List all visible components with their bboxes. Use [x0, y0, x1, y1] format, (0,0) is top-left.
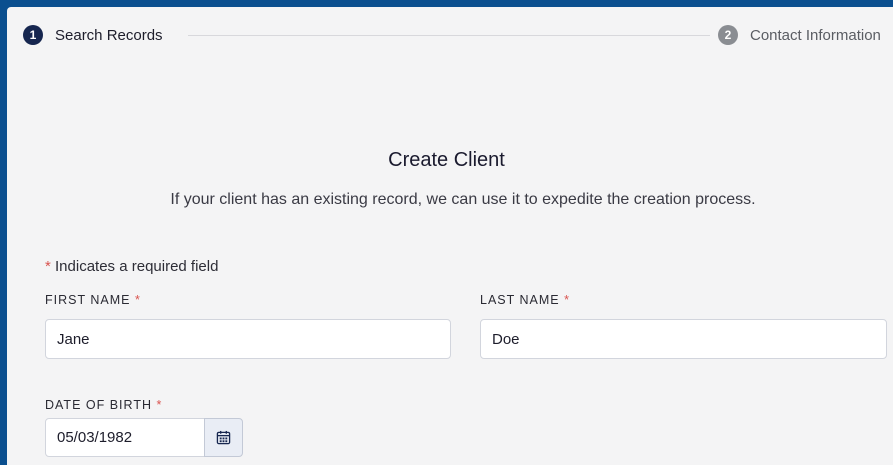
first-name-input[interactable]: [45, 319, 451, 359]
step-1-label: Search Records: [55, 26, 163, 44]
calendar-icon: [216, 430, 231, 445]
step-contact-information[interactable]: 2 Contact Information: [718, 24, 881, 46]
page-subtitle: If your client has an existing record, w…: [170, 191, 756, 208]
last-name-label: LAST NAME *: [480, 293, 570, 307]
last-name-required-asterisk: *: [564, 293, 570, 307]
step-2-label: Contact Information: [750, 26, 881, 44]
main-panel: [7, 7, 893, 465]
app-frame: [0, 0, 893, 465]
date-of-birth-required-asterisk: *: [156, 398, 163, 412]
required-field-note: * Indicates a required field: [45, 258, 218, 275]
page-title: Create Client: [388, 149, 505, 171]
step-search-records[interactable]: 1 Search Records: [23, 24, 163, 46]
required-note-text: Indicates a required field: [55, 258, 219, 275]
progress-stepper: 1 Search Records 2 Contact Information: [23, 24, 893, 46]
stepper-connector: [188, 35, 710, 36]
first-name-required-asterisk: *: [134, 293, 141, 307]
last-name-input[interactable]: [480, 319, 887, 359]
last-name-label-text: LAST NAME: [480, 293, 560, 307]
first-name-label-text: FIRST NAME: [45, 293, 131, 307]
required-asterisk: *: [45, 258, 51, 275]
date-of-birth-input[interactable]: [45, 418, 205, 457]
step-1-number: 1: [23, 25, 43, 45]
date-picker-button[interactable]: [204, 418, 243, 457]
step-2-number: 2: [718, 25, 738, 45]
date-of-birth-label-text: DATE OF BIRTH: [45, 398, 152, 412]
first-name-label: FIRST NAME *: [45, 293, 141, 307]
date-of-birth-label: DATE OF BIRTH *: [45, 398, 162, 412]
